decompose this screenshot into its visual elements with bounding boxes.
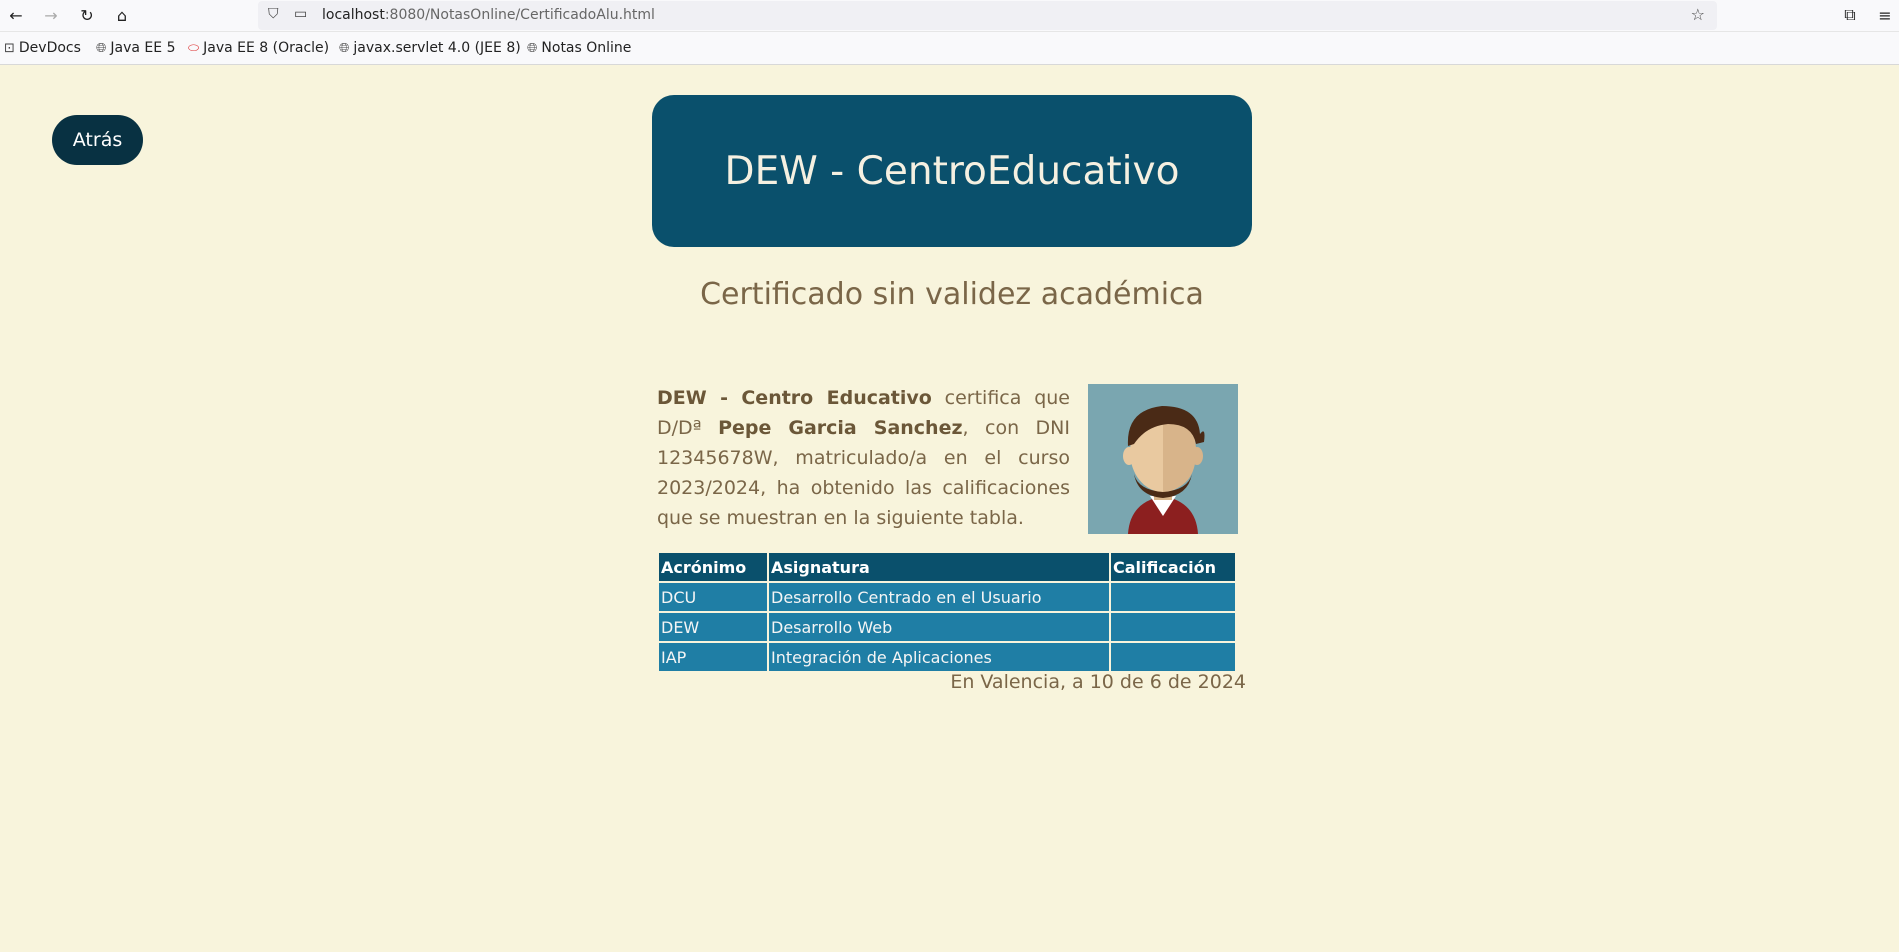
cell-acronym: DCU xyxy=(659,583,767,611)
avatar-icon xyxy=(1088,384,1238,534)
cell-grade xyxy=(1111,613,1235,641)
home-icon[interactable]: ⌂ xyxy=(110,3,134,27)
org-name: DEW - Centro Educativo xyxy=(657,387,932,409)
header-grade: Calificación xyxy=(1111,553,1235,581)
shield-icon[interactable]: ⛉ xyxy=(268,6,279,22)
globe-icon: 🌐︎ xyxy=(96,40,107,56)
table-row: IAP Integración de Aplicaciones xyxy=(659,643,1235,671)
header-banner: DEW - CentroEducativo xyxy=(652,95,1252,247)
table-header-row: Acrónimo Asignatura Calificación xyxy=(659,553,1235,581)
grades-table: Acrónimo Asignatura Calificación DCU Des… xyxy=(657,551,1237,673)
bookmark-devdocs[interactable]: ⊡ DevDocs xyxy=(4,40,81,56)
extensions-icon[interactable]: ⧉ xyxy=(1838,3,1862,27)
cell-acronym: IAP xyxy=(659,643,767,671)
back-button[interactable]: Atrás xyxy=(52,115,143,165)
bookmark-notas[interactable]: 🌐︎ Notas Online xyxy=(527,40,631,56)
certificate-subtitle: Certificado sin validez académica xyxy=(700,277,1204,312)
bookmark-javaee5[interactable]: 🌐︎ Java EE 5 xyxy=(96,40,175,56)
bookmarks-bar: ⊡ DevDocs 🌐︎ Java EE 5 ⬭ Java EE 8 (Oracle)… xyxy=(0,32,1899,65)
header-acronym: Acrónimo xyxy=(659,553,767,581)
date-line: En Valencia, a 10 de 6 de 2024 xyxy=(950,671,1246,693)
table-row: DCU Desarrollo Centrado en el Usuario xyxy=(659,583,1235,611)
cell-acronym: DEW xyxy=(659,613,767,641)
certificate-text: DEW - Centro Educativo certifica que D/D… xyxy=(657,387,1070,529)
cell-grade xyxy=(1111,643,1235,671)
bookmark-servlet[interactable]: 🌐︎ javax.servlet 4.0 (JEE 8) xyxy=(339,40,521,56)
bookmark-star-icon[interactable]: ☆ xyxy=(1691,5,1705,24)
header-subject: Asignatura xyxy=(769,553,1109,581)
search-icon: ⊡ xyxy=(4,40,15,56)
back-arrow-icon[interactable]: ← xyxy=(4,3,28,27)
globe-icon: 🌐︎ xyxy=(339,40,350,56)
page-icon: ▭ xyxy=(294,6,308,22)
reload-icon[interactable]: ↻ xyxy=(75,3,99,27)
page-title: DEW - CentroEducativo xyxy=(724,148,1180,194)
url-bar[interactable]: ⛉ ▭ localhost:8080/NotasOnline/Certifica… xyxy=(258,1,1717,30)
student-avatar xyxy=(1088,384,1238,534)
cell-subject: Desarrollo Centrado en el Usuario xyxy=(769,583,1109,611)
cell-subject: Desarrollo Web xyxy=(769,613,1109,641)
globe-icon: 🌐︎ xyxy=(527,40,538,56)
menu-icon[interactable]: ≡ xyxy=(1873,3,1897,27)
browser-toolbar: ← → ↻ ⌂ ⛉ ▭ localhost:8080/NotasOnline/C… xyxy=(0,0,1899,32)
oracle-icon: ⬭ xyxy=(188,40,200,56)
url-text[interactable]: localhost:8080/NotasOnline/CertificadoAl… xyxy=(322,7,655,23)
cell-grade xyxy=(1111,583,1235,611)
cell-subject: Integración de Aplicaciones xyxy=(769,643,1109,671)
table-row: DEW Desarrollo Web xyxy=(659,613,1235,641)
forward-arrow-icon[interactable]: → xyxy=(39,3,63,27)
student-name: Pepe Garcia Sanchez xyxy=(718,417,963,439)
bookmark-javaee8[interactable]: ⬭ Java EE 8 (Oracle) xyxy=(188,40,329,56)
